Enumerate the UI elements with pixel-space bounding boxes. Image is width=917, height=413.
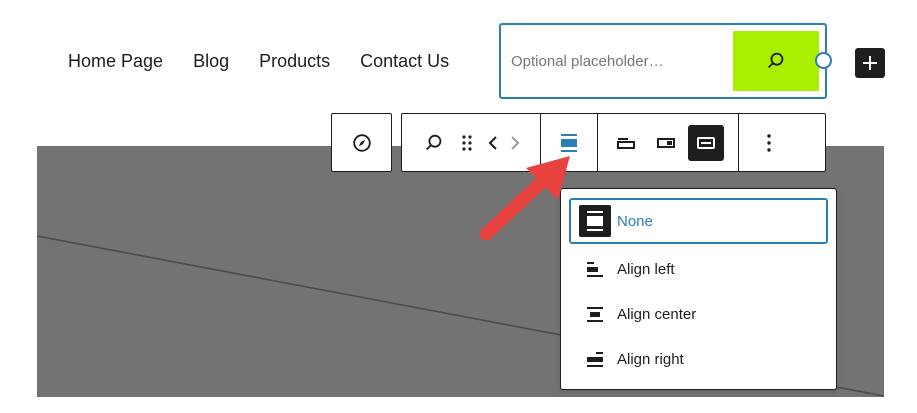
button-inside-icon: [657, 137, 675, 148]
add-block-button[interactable]: [855, 48, 885, 78]
menu-item-align-center[interactable]: Align center: [569, 291, 828, 337]
menu-item-none[interactable]: None: [569, 198, 828, 244]
nav-item-contact-us[interactable]: Contact Us: [360, 48, 449, 74]
no-button-button[interactable]: [688, 124, 724, 161]
compass-icon: [352, 133, 371, 152]
search-block[interactable]: [499, 23, 827, 99]
align-center-icon: [579, 298, 611, 330]
menu-item-align-right[interactable]: Align right: [569, 336, 828, 382]
toolbar-block-type-group: [331, 113, 392, 172]
resize-handle[interactable]: [815, 52, 832, 69]
search-icon: [426, 134, 442, 150]
more-options-icon: [767, 133, 771, 152]
block-type-button[interactable]: [344, 125, 380, 161]
toolbar-separator: [597, 113, 598, 172]
plus-icon: [863, 56, 877, 70]
button-outside-icon: [617, 137, 635, 149]
toolbar-search-button[interactable]: [416, 125, 452, 161]
align-none-icon: [579, 205, 611, 237]
no-button-icon: [697, 136, 715, 149]
search-icon: [768, 52, 784, 69]
toolbar-separator: [738, 113, 739, 172]
navigation-menu: Home Page Blog Products Contact Us: [68, 48, 479, 74]
button-outside-button[interactable]: [608, 125, 644, 161]
align-left-icon: [579, 253, 611, 285]
nav-item-products[interactable]: Products: [259, 48, 330, 74]
search-button[interactable]: [733, 31, 819, 91]
nav-item-blog[interactable]: Blog: [193, 48, 229, 74]
alignment-menu: None Align left Align center Align right: [560, 188, 837, 390]
menu-item-label: Align center: [617, 305, 697, 323]
toolbar-main: [401, 113, 826, 172]
button-inside-button[interactable]: [648, 125, 684, 161]
nav-item-home-page[interactable]: Home Page: [68, 48, 163, 74]
menu-item-label: None: [617, 212, 653, 230]
menu-item-align-left[interactable]: Align left: [569, 246, 828, 292]
search-input[interactable]: [511, 43, 729, 79]
annotation-arrow-icon: [479, 156, 570, 241]
more-options-button[interactable]: [751, 125, 787, 161]
menu-item-label: Align left: [617, 260, 675, 278]
align-right-icon: [579, 343, 611, 375]
menu-item-label: Align right: [617, 350, 684, 368]
